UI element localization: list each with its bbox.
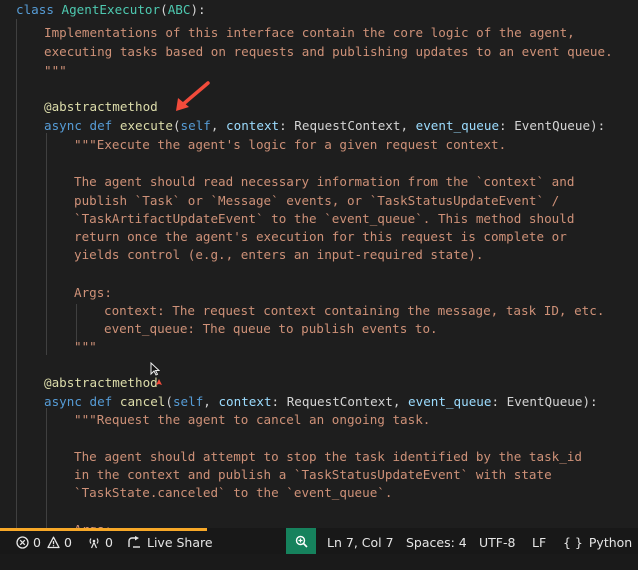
- live-share-button[interactable]: Live Share: [127, 531, 213, 554]
- code-line: Implementations of this interface contai…: [44, 25, 575, 40]
- ports-indicator[interactable]: 0: [87, 531, 113, 554]
- code-line: class AgentExecutor(ABC):: [16, 2, 206, 17]
- live-share-label: Live Share: [147, 535, 213, 550]
- language-label: Python: [588, 535, 633, 550]
- warning-count: 0: [63, 535, 72, 550]
- code-line: context: The request context containing …: [104, 303, 605, 318]
- window-bottom-edge: [0, 554, 638, 570]
- warning-triangle-icon: [47, 536, 60, 549]
- broadcast-icon: [89, 538, 99, 549]
- code-line: """Execute the agent's logic for a given…: [74, 137, 507, 152]
- encoding-setting[interactable]: UTF-8: [479, 531, 515, 554]
- code-line: """: [74, 339, 97, 354]
- error-count: 0: [33, 535, 41, 550]
- keyword-class: class: [16, 2, 54, 17]
- base-class: ABC: [167, 2, 191, 17]
- ports-count: 0: [105, 535, 113, 550]
- status-bar: 0 0 0 Live Share Ln 7, Col 7 Spaces: 4 U…: [0, 528, 638, 554]
- indent-guide: [46, 408, 47, 528]
- language-mode[interactable]: { } Python: [563, 531, 632, 554]
- code-line: `TaskState.canceled` to the `event_queue…: [74, 485, 393, 500]
- code-line: publish `Task` or `Message` events, or `…: [74, 193, 560, 208]
- problems-indicator[interactable]: 0 0: [16, 531, 72, 554]
- code-line-cancel-def: async def cancel(self, context: RequestC…: [44, 394, 598, 409]
- mouse-cursor-icon: [150, 362, 160, 376]
- indentation-setting[interactable]: Spaces: 4: [406, 531, 467, 554]
- code-line: yields control (e.g., enters an input-re…: [74, 247, 484, 262]
- code-line: """: [44, 63, 67, 78]
- code-line: return once the agent's execution for th…: [74, 229, 567, 244]
- code-line: The agent should read necessary informat…: [74, 174, 575, 189]
- code-line: Args:: [74, 285, 112, 300]
- code-line: The agent should attempt to stop the tas…: [74, 449, 582, 464]
- code-line: executing tasks based on requests and pu…: [44, 44, 613, 59]
- code-line: Args:: [74, 520, 112, 528]
- cursor-position[interactable]: Ln 7, Col 7: [327, 531, 394, 554]
- function-name-cancel: cancel: [119, 394, 166, 409]
- braces-icon: { }: [563, 535, 583, 550]
- code-line: """Request the agent to cancel an ongoin…: [74, 412, 431, 427]
- red-arrow-icon: [176, 81, 210, 111]
- small-red-mark-icon: [156, 379, 162, 385]
- decorator: @abstractmethod: [44, 375, 158, 390]
- zoom-button[interactable]: [286, 528, 316, 554]
- code-line-execute-def: async def execute(self, context: Request…: [44, 118, 606, 133]
- code-editor[interactable]: class AgentExecutor(ABC): Implementation…: [0, 0, 638, 528]
- indent-guide: [46, 133, 47, 355]
- error-circle-icon: [16, 536, 29, 549]
- class-name: AgentExecutor: [61, 2, 161, 17]
- code-line: in the context and publish a `TaskStatus…: [74, 467, 552, 482]
- indent-guide: [16, 19, 17, 528]
- code-line: event_queue: The queue to publish events…: [104, 321, 438, 336]
- eol-setting[interactable]: LF: [532, 531, 546, 554]
- decorator: @abstractmethod: [44, 99, 158, 114]
- function-name-execute: execute: [119, 118, 173, 133]
- live-share-icon: [128, 536, 140, 548]
- code-line: `TaskArtifactUpdateEvent` to the `event_…: [74, 211, 575, 226]
- zoom-icon: [295, 535, 308, 548]
